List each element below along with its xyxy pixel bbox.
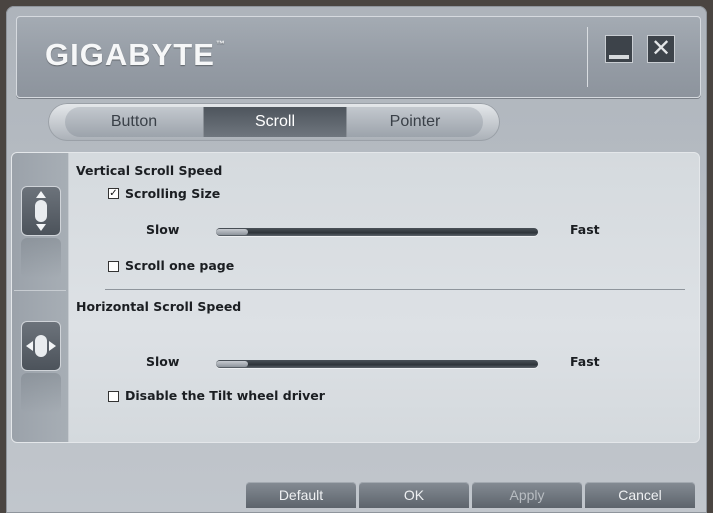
vertical-scroll-icon	[21, 186, 61, 236]
tab-bar: Button Scroll Pointer	[48, 103, 500, 141]
check-icon: ✓	[109, 188, 118, 199]
ok-button[interactable]: OK	[359, 482, 469, 508]
tab-scroll[interactable]: Scroll	[204, 107, 347, 137]
scroll-one-page-label: Scroll one page	[125, 258, 235, 273]
cancel-button[interactable]: Cancel	[585, 482, 695, 508]
horizontal-scroll-speed-heading: Horizontal Scroll Speed	[76, 299, 242, 314]
side-divider	[14, 290, 66, 291]
vertical-scroll-speed-heading: Vertical Scroll Speed	[76, 163, 223, 178]
apply-button[interactable]: Apply	[472, 482, 582, 508]
vertical-slow-label: Slow	[146, 222, 180, 237]
horizontal-scroll-icon	[21, 321, 61, 371]
default-button[interactable]: Default	[246, 482, 356, 508]
vertical-fast-label: Fast	[570, 222, 600, 237]
section-divider	[105, 289, 685, 290]
horizontal-speed-slider[interactable]	[216, 360, 538, 368]
tab-pointer[interactable]: Pointer	[347, 107, 483, 137]
close-button[interactable]: ✕	[647, 35, 675, 63]
header-separator	[587, 27, 588, 87]
disable-tilt-checkbox[interactable]	[108, 391, 119, 402]
tab-button[interactable]: Button	[65, 107, 204, 137]
scroll-one-page-checkbox[interactable]	[108, 261, 119, 272]
scrolling-size-checkbox[interactable]: ✓	[108, 188, 119, 199]
app-window: GIGABYTE™ ✕ Button Scroll Pointer Vertic…	[6, 6, 707, 513]
close-icon: ✕	[650, 34, 672, 62]
horizontal-fast-label: Fast	[570, 354, 600, 369]
disable-tilt-label: Disable the Tilt wheel driver	[125, 388, 325, 403]
scrolling-size-label: Scrolling Size	[125, 186, 221, 201]
vertical-speed-fill	[216, 229, 248, 235]
vertical-scroll-icon-reflection	[21, 238, 61, 278]
minimize-icon	[609, 55, 629, 59]
horizontal-slow-label: Slow	[146, 354, 180, 369]
horizontal-speed-fill	[216, 361, 248, 367]
vertical-speed-slider[interactable]	[216, 228, 538, 236]
horizontal-scroll-icon-reflection	[21, 373, 61, 413]
gigabyte-logo: GIGABYTE™	[45, 37, 226, 72]
title-bar: GIGABYTE™ ✕	[16, 16, 701, 98]
side-icon-strip	[12, 153, 69, 442]
scroll-settings-panel: Vertical Scroll Speed ✓ Scrolling Size S…	[11, 152, 700, 443]
minimize-button[interactable]	[605, 35, 633, 63]
